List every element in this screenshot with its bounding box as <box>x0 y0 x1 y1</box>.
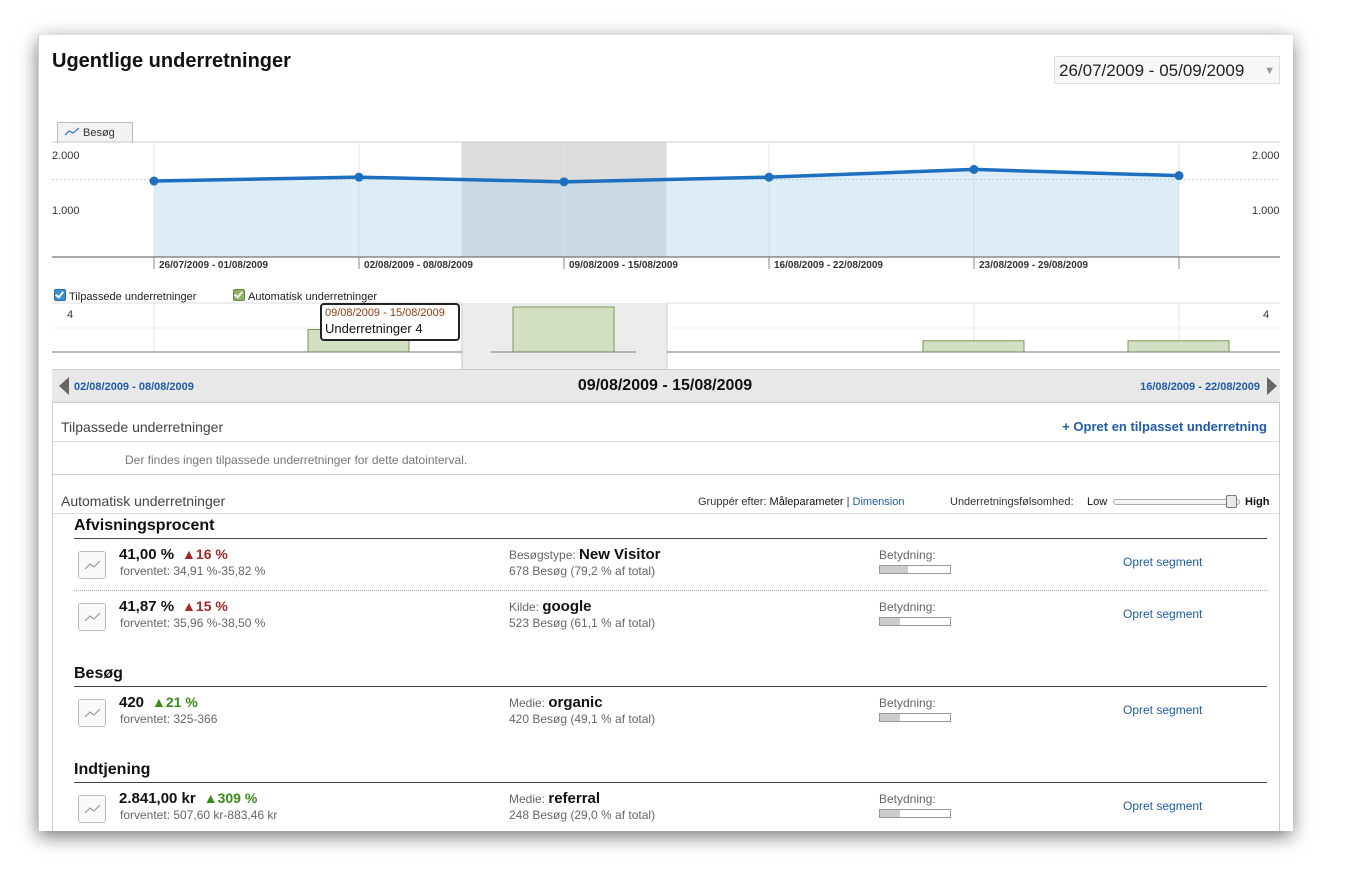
group-by: Gruppér efter: Måleparameter | Dimension <box>698 496 905 508</box>
group-divider <box>74 686 1267 687</box>
sparkline-icon <box>84 560 101 570</box>
alert-value-row: 2.841,00 kr ▲309 % <box>119 790 257 808</box>
dimension-value: New Visitor <box>579 546 661 563</box>
group-divider <box>74 782 1267 783</box>
current-week: 09/08/2009 - 15/08/2009 <box>577 377 753 394</box>
change-badge: ▲21 % <box>152 694 198 710</box>
importance-label: Betydning: <box>879 696 936 710</box>
dimension-label: Medie: <box>509 696 549 710</box>
bar-y-left: 4 <box>67 309 74 321</box>
group-heading: Afvisningsprocent <box>74 517 215 534</box>
create-segment-link[interactable]: Opret segment <box>1123 607 1202 621</box>
dimension-share: 420 Besøg (49,1 % af total) <box>509 712 656 726</box>
change-badge: ▲309 % <box>203 790 258 806</box>
auto-alerts-heading: Automatisk underretninger <box>61 493 226 509</box>
dimension-value: organic <box>548 694 603 711</box>
alert-value: 41,00 % <box>119 546 175 563</box>
dimension-row: Medie: referral <box>509 790 600 808</box>
alert-bar <box>1127 340 1230 353</box>
alert-value: 41,87 % <box>119 598 175 615</box>
group-divider <box>74 538 1267 539</box>
importance-bar <box>879 809 951 818</box>
custom-alerts-section: Tilpassede underretninger + Opret en til… <box>52 403 1280 475</box>
alert-bar <box>512 306 615 353</box>
trend-chart-icon[interactable] <box>78 699 106 727</box>
importance-bar <box>879 617 951 626</box>
group-heading: Indtjening <box>74 761 151 778</box>
expected-range: forventet: 507,60 kr-883,46 kr <box>120 808 278 822</box>
alerts-bar-chart <box>52 302 1280 369</box>
alert-value-row: 420 ▲21 % <box>119 694 198 712</box>
importance-bar <box>879 565 951 574</box>
create-custom-alert-link[interactable]: + Opret en tilpasset underretning <box>1062 419 1267 434</box>
expected-range: forventet: 325-366 <box>120 712 218 726</box>
report-panel: Ugentlige underretninger 26/07/2009 - 05… <box>38 34 1293 831</box>
dimension-value: referral <box>548 790 601 807</box>
week-nav: 02/08/2009 - 08/08/2009 09/08/2009 - 15/… <box>52 369 1280 403</box>
group-heading: Besøg <box>74 665 123 682</box>
slider-handle[interactable] <box>1226 495 1237 508</box>
empty-message: Der findes ingen tilpassede underretning… <box>125 453 468 467</box>
alert-separator <box>74 590 1267 591</box>
importance-label: Betydning: <box>879 792 936 806</box>
group-metric-option[interactable]: Måleparameter <box>770 496 844 508</box>
sensitivity-low: Low <box>1087 496 1108 508</box>
importance-fill <box>880 566 908 573</box>
auto-alerts-section: Automatisk underretninger Gruppér efter:… <box>52 475 1280 831</box>
tooltip-value: Underretninger 4 <box>325 321 423 336</box>
create-segment-link[interactable]: Opret segment <box>1123 799 1202 813</box>
expected-range: forventet: 35,96 %-38,50 % <box>120 616 266 630</box>
importance-fill <box>880 810 900 817</box>
trend-chart-icon[interactable] <box>78 795 106 823</box>
importance-fill <box>880 714 900 721</box>
dimension-share: 678 Besøg (79,2 % af total) <box>509 564 656 578</box>
alert-value: 2.841,00 kr <box>119 790 196 807</box>
sparkline-icon <box>84 804 101 814</box>
expected-range: forventet: 34,91 %-35,82 % <box>120 564 266 578</box>
change-badge: ▲16 % <box>182 546 228 562</box>
sensitivity-slider[interactable] <box>1113 499 1240 505</box>
trend-chart-icon[interactable] <box>78 551 106 579</box>
importance-label: Betydning: <box>879 548 936 562</box>
dimension-label: Besøgstype: <box>509 548 580 562</box>
sparkline-icon <box>84 612 101 622</box>
importance-bar <box>879 713 951 722</box>
create-segment-link[interactable]: Opret segment <box>1123 703 1202 717</box>
sparkline-icon <box>84 708 101 718</box>
next-week-link[interactable]: 16/08/2009 - 22/08/2009 <box>1140 381 1260 393</box>
tooltip-date: 09/08/2009 - 15/08/2009 <box>325 307 445 319</box>
sensitivity-high: High <box>1245 496 1270 508</box>
dimension-label: Medie: <box>509 792 549 806</box>
chart-tooltip: 09/08/2009 - 15/08/2009 Underretninger 4 <box>320 303 460 341</box>
group-dimension-option[interactable]: Dimension <box>853 496 905 508</box>
dimension-share: 523 Besøg (61,1 % af total) <box>509 616 656 630</box>
create-segment-link[interactable]: Opret segment <box>1123 555 1202 569</box>
dimension-row: Kilde: google <box>509 598 592 616</box>
bar-y-right: 4 <box>1263 309 1270 321</box>
alert-value-row: 41,87 % ▲15 % <box>119 598 228 616</box>
change-badge: ▲15 % <box>182 598 228 614</box>
sensitivity-label: Underretningsfølsomhed: <box>950 496 1074 508</box>
dimension-row: Besøgstype: New Visitor <box>509 546 660 564</box>
custom-alerts-heading: Tilpassede underretninger <box>61 419 224 435</box>
alert-value: 420 <box>119 694 145 711</box>
alert-value-row: 41,00 % ▲16 % <box>119 546 228 564</box>
dimension-row: Medie: organic <box>509 694 603 712</box>
trend-chart-icon[interactable] <box>78 603 106 631</box>
dimension-value: google <box>542 598 592 615</box>
importance-label: Betydning: <box>879 600 936 614</box>
dimension-label: Kilde: <box>509 600 543 614</box>
alert-bar <box>922 340 1025 353</box>
arrow-right-icon[interactable] <box>1267 377 1277 395</box>
importance-fill <box>880 618 900 625</box>
dimension-share: 248 Besøg (29,0 % af total) <box>509 808 656 822</box>
